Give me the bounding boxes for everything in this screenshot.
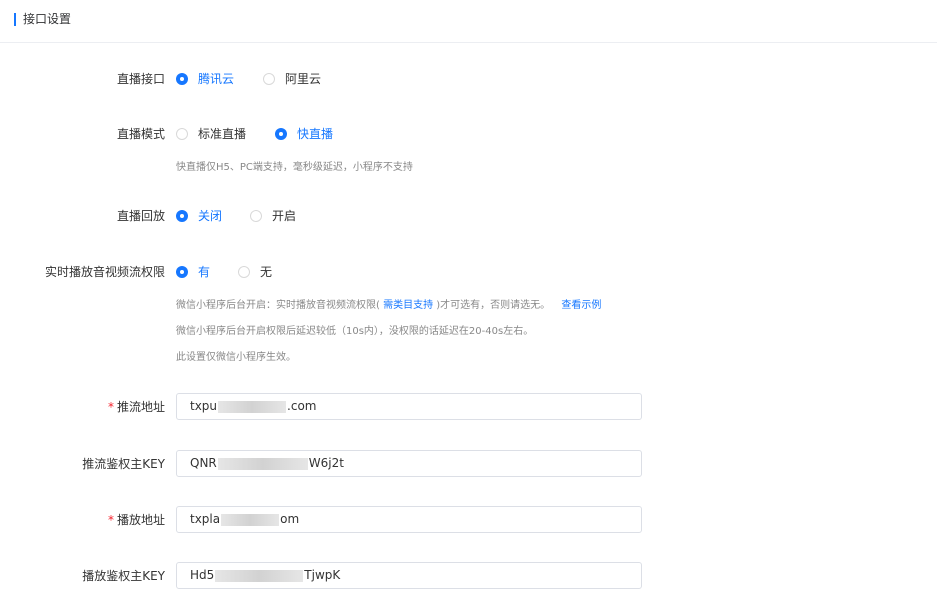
input-value-suffix: .com <box>287 399 317 413</box>
push-url-label: * 推流地址 <box>108 399 165 415</box>
radio-label: 开启 <box>272 209 297 223</box>
radio-replay-on[interactable]: 开启 <box>250 208 296 224</box>
redaction-mask <box>215 569 304 582</box>
view-example-link[interactable]: 查看示例 <box>561 300 601 311</box>
input-value-prefix: QNR <box>190 456 217 470</box>
section-header: 接口设置 <box>0 0 937 43</box>
input-value-suffix: W6j2t <box>308 456 344 470</box>
input-value-suffix: om <box>280 512 300 526</box>
play-key-input[interactable]: Hd5 TjwpK <box>176 562 642 589</box>
radio-permission-no[interactable]: 无 <box>238 264 272 280</box>
play-url-label: * 播放地址 <box>108 512 165 528</box>
radio-unchecked-icon <box>238 266 250 278</box>
redaction-mask <box>221 513 280 526</box>
live-mode-label: 直播模式 <box>116 127 165 141</box>
radio-standard-live[interactable]: 标准直播 <box>176 126 246 142</box>
radio-replay-off[interactable]: 关闭 <box>176 208 222 224</box>
field-label-text: 播放地址 <box>116 513 165 527</box>
radio-checked-icon <box>176 266 188 278</box>
push-key-input[interactable]: QNR W6j2t <box>176 450 642 477</box>
hint-text: 微信小程序后台开启：实时播放音视频流权限( <box>176 300 380 311</box>
radio-label: 有 <box>198 265 211 279</box>
push-key-label: 推流鉴权主KEY <box>82 457 165 471</box>
radio-label: 无 <box>260 265 273 279</box>
category-support-link[interactable]: 需类目支持 <box>380 300 436 311</box>
required-asterisk: * <box>107 400 114 414</box>
field-label-text: 推流地址 <box>116 400 165 414</box>
section-accent-bar <box>14 13 16 26</box>
radio-label: 阿里云 <box>285 72 322 86</box>
radio-fast-live[interactable]: 快直播 <box>275 126 333 142</box>
radio-label: 快直播 <box>297 127 334 141</box>
input-value-prefix: Hd5 <box>190 568 215 582</box>
live-replay-label: 直播回放 <box>116 209 165 223</box>
radio-checked-icon <box>176 210 188 222</box>
play-url-input[interactable]: txpla om <box>176 506 642 533</box>
input-value-prefix: txpla <box>190 512 221 526</box>
radio-permission-yes[interactable]: 有 <box>176 264 210 280</box>
radio-unchecked-icon <box>250 210 262 222</box>
live-api-label: 直播接口 <box>116 72 165 86</box>
redaction-mask <box>217 457 308 470</box>
radio-label: 关闭 <box>198 209 223 223</box>
radio-unchecked-icon <box>263 73 275 85</box>
radio-unchecked-icon <box>176 128 188 140</box>
radio-tencent-cloud[interactable]: 腾讯云 <box>176 71 234 87</box>
radio-checked-icon <box>176 73 188 85</box>
realtime-permission-label: 实时播放音视频流权限 <box>44 265 165 279</box>
realtime-permission-hint-2: 微信小程序后台开启权限后延迟较低（10s内），没权限的话延迟在20-40s左右。 <box>176 326 534 337</box>
radio-checked-icon <box>275 128 287 140</box>
radio-aliyun[interactable]: 阿里云 <box>263 71 321 87</box>
realtime-permission-hint-1: 微信小程序后台开启：实时播放音视频流权限( 需类目支持 )才可选有，否则请选无。… <box>176 299 601 313</box>
radio-label: 腾讯云 <box>198 72 235 86</box>
required-asterisk: * <box>107 513 114 527</box>
live-mode-hint: 快直播仅H5、PC端支持，毫秒级延迟，小程序不支持 <box>176 162 413 173</box>
section-title: 接口设置 <box>23 12 72 26</box>
redaction-mask <box>218 400 287 413</box>
input-value-prefix: txpu <box>190 399 218 413</box>
input-value-suffix: TjwpK <box>304 568 341 582</box>
push-url-input[interactable]: txpu .com <box>176 393 642 420</box>
radio-label: 标准直播 <box>198 127 247 141</box>
play-key-label: 播放鉴权主KEY <box>82 569 165 583</box>
hint-text: )才可选有，否则请选无。 <box>436 300 551 311</box>
realtime-permission-hint-3: 此设置仅微信小程序生效。 <box>176 352 296 363</box>
